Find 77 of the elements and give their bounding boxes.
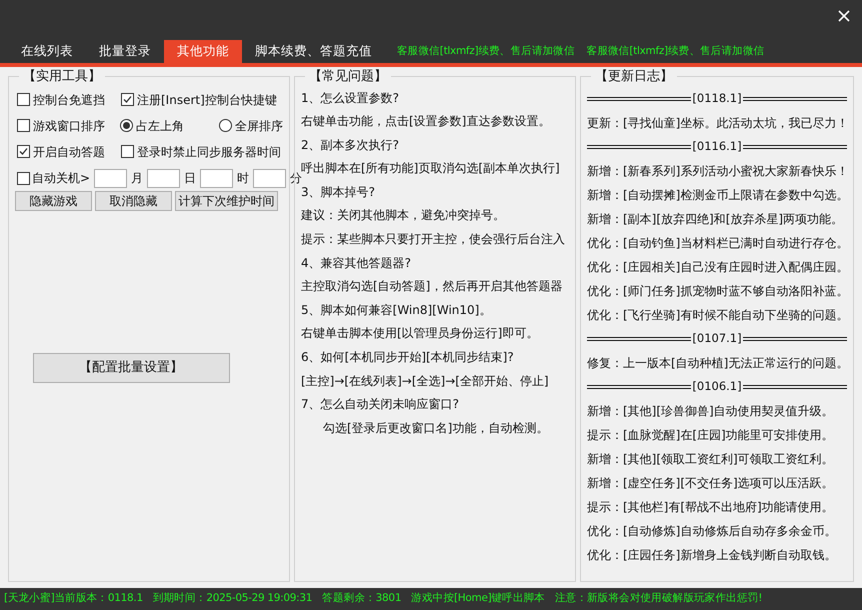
option-label: 登录时禁止同步服务器时间 <box>137 144 281 160</box>
group-title: 【常见问题】 <box>308 68 388 86</box>
unit-label: 时 <box>237 170 250 187</box>
unit-label: 日 <box>184 170 196 187</box>
faq-answer: [主控]→[在线列表]→[全选]→[全部开始、停止] <box>301 372 550 390</box>
option-label: 游戏窗口排序 <box>33 118 105 134</box>
changelog-entry: 新增：[虚空任务][不交任务]选项可以压活跃。 <box>587 474 835 492</box>
faq-question: 1、怎么设置参数? <box>301 90 400 106</box>
input-field[interactable] <box>200 168 234 188</box>
radio-button[interactable] <box>219 119 232 132</box>
action-button[interactable]: 计算下次维护时间 <box>175 190 278 210</box>
close-icon <box>838 10 850 22</box>
checkbox[interactable] <box>17 145 30 158</box>
faq-answer: 提示：某些脚本只要打开主控，使会强行后台注入 <box>301 231 566 248</box>
checkbox[interactable] <box>17 93 30 106</box>
faq-answer: 右键单击功能，点击[设置参数]直达参数设置。 <box>301 113 552 130</box>
version-label: [0107.1] <box>691 330 743 347</box>
option-label: 全屏排序 <box>235 118 283 134</box>
changelog-entry: 提示：[其他栏]有[帮战不出地府]功能请使用。 <box>587 498 835 516</box>
input-field[interactable] <box>147 168 180 188</box>
changelog-entry: 更新：[寻找仙童]坐标。此活动太坑，我已尽力！ <box>587 114 847 132</box>
support-notice: 客服微信[tlxmfz]续费、售后请加微信 <box>586 44 764 59</box>
status-text: 答题剩余：3801 <box>322 591 402 606</box>
option-label: 注册[Insert]控制台快捷键 <box>137 92 277 108</box>
tab[interactable]: 批量登录 <box>86 40 164 63</box>
changelog-entry: 优化：[师门任务]抓宠物时蓝不够自动洛阳补蓝。 <box>587 282 847 300</box>
faq-answer: 建议：关闭其他脚本，避免冲突掉号。 <box>301 207 506 224</box>
changelog-entry: 优化：[庄园任务]新增身上金钱判断自动取钱。 <box>587 546 838 564</box>
faq-question: 5、脚本如何兼容[Win8][Win10]。 <box>301 302 492 319</box>
version-label: [0116.1] <box>691 138 743 155</box>
faq-answer: 呼出脚本在[所有功能]页取消勾选[副本单次执行] <box>301 160 561 176</box>
changelog-entry: 新增：[副本][放弃四绝]和[放弃杀星]两项功能。 <box>587 210 844 228</box>
faq-question: 4、兼容其他答题器? <box>301 254 412 272</box>
faq-question: 6、如何[本机同步开始][本机同步结束]? <box>301 349 515 366</box>
status-text: 注意：新版将会对使用破解版玩家作出惩罚! <box>554 591 762 606</box>
option-label: 占左上角 <box>136 118 184 134</box>
status-text: 游戏中按[Home]键呼出脚本 <box>411 591 545 606</box>
input-field[interactable] <box>253 168 286 188</box>
option-label: 控制台免遮挡 <box>33 92 105 108</box>
faq-answer: 主控取消勾选[自动答题]，然后再开启其他答题器 <box>301 278 564 296</box>
group-title: 【实用工具】 <box>22 68 102 86</box>
faq-answer: 右键单击脚本使用[以管理员身份运行]即可。 <box>301 325 540 342</box>
faq-question: 3、脚本掉号? <box>301 184 376 201</box>
faq-question: 7、怎么自动关闭未响应窗口? <box>301 396 460 414</box>
config-button[interactable]: 【配置批量设置】 <box>32 352 230 382</box>
status-text: 到期时间：2025-05-29 19:09:31 <box>152 591 312 606</box>
option-label: 开启自动答题 <box>33 144 105 160</box>
status-text: [天龙小蜜]当前版本：0118.1 <box>4 591 143 606</box>
group-title: 【更新日志】 <box>594 68 674 86</box>
radio-button[interactable] <box>120 119 133 132</box>
option-label: 自动关机> <box>32 170 90 187</box>
checkbox[interactable] <box>17 119 30 132</box>
changelog-entry: 新增：[其他][领取工资红利]可领取工资红利。 <box>587 450 835 468</box>
changelog-entry: 优化：[自动钓鱼]当材料栏已满时自动进行存仓。 <box>587 234 847 252</box>
support-notice: 客服微信[tlxmfz]续费、售后请加微信 <box>397 44 575 59</box>
changelog-entry: 优化：[庄园相关]自己没有庄园时进入配偶庄园。 <box>587 258 847 276</box>
version-label: [0118.1] <box>691 90 743 107</box>
changelog-entry: 优化：[飞行坐骑]有时候不能自动下坐骑的问题。 <box>587 306 847 324</box>
checkbox[interactable] <box>121 145 134 158</box>
tab[interactable]: 其他功能 <box>164 40 242 63</box>
changelog-entry: 新增：[其他][珍兽御兽]自动使用契灵值升级。 <box>587 402 835 420</box>
changelog-entry: 新增：[自动摆摊]检测金币上限请在参数中勾选。 <box>587 186 847 204</box>
changelog-entry: 提示：[血脉觉醒]在[庄园]功能里可安排使用。 <box>587 426 835 444</box>
faq-question: 2、副本多次执行? <box>301 136 400 154</box>
unit-label: 月 <box>131 170 144 187</box>
version-label: [0106.1] <box>691 378 743 395</box>
checkbox[interactable] <box>121 93 134 106</box>
tab[interactable]: 在线列表 <box>8 40 86 63</box>
changelog-entry: 修复：上一版本[自动种植]无法正常运行的问题。 <box>587 354 847 372</box>
action-button[interactable]: 取消隐藏 <box>95 190 172 210</box>
input-field[interactable] <box>94 168 128 188</box>
tab[interactable]: 脚本续费、答题充值 <box>242 40 385 63</box>
checkbox[interactable] <box>17 172 30 184</box>
faq-answer: 勾选[登录后更改窗口名]功能，自动检测。 <box>322 420 550 437</box>
changelog-entry: 优化：[自动修炼]自动修炼后自动存多余金币。 <box>587 522 838 540</box>
changelog-entry: 新增：[新春系列]系列活动小蜜祝大家新春快乐！ <box>587 162 847 180</box>
action-button[interactable]: 隐藏游戏 <box>15 190 92 210</box>
